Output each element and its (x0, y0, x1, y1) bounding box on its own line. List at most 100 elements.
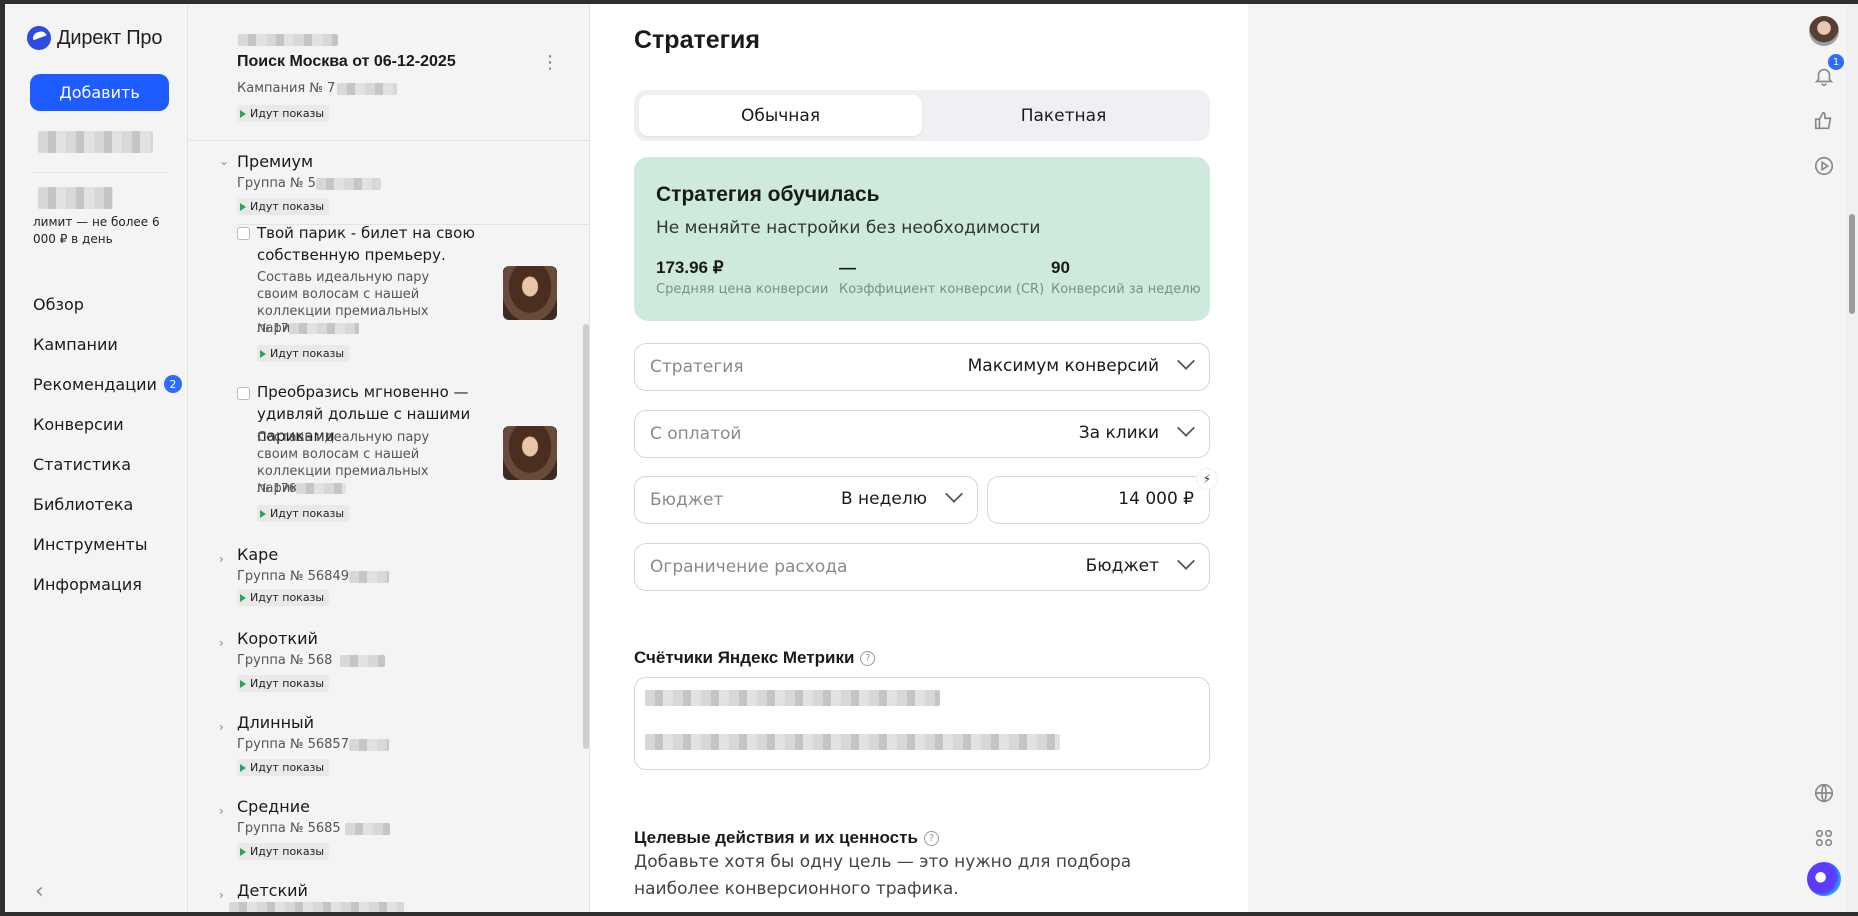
nav-item-statistics[interactable]: Статистика (33, 444, 182, 484)
field-value: Максимум конверсий (967, 356, 1159, 376)
logo[interactable]: Директ Про (27, 26, 162, 50)
group-number: Группа № 56849 (237, 569, 389, 584)
help-icon[interactable]: ? (860, 651, 876, 667)
group-title[interactable]: Каре (237, 545, 278, 564)
nav-item-label: Кампании (33, 334, 118, 354)
chevron-right-icon[interactable]: › (219, 720, 224, 734)
assistant-icon[interactable] (1807, 862, 1841, 896)
thumbs-up-icon[interactable] (1812, 109, 1836, 133)
logo-text: Директ Про (57, 26, 163, 49)
chevron-right-icon[interactable]: › (219, 552, 224, 566)
direct-logo-icon (27, 26, 51, 50)
campaign-title[interactable]: Поиск Москва от 06-12-2025 (237, 53, 456, 71)
section-title-text: Счётчики Яндекс Метрики (634, 648, 855, 667)
status-badge: Идут показы (237, 105, 330, 122)
nav-item-label: Информация (33, 574, 142, 594)
nav-item-label: Инструменты (33, 534, 148, 554)
lightning-icon[interactable]: ⚡ (1197, 469, 1217, 489)
ad-checkbox[interactable] (237, 387, 250, 400)
ad-number: № 17 (257, 321, 359, 335)
stat-label: Средняя цена конверсии (656, 282, 829, 297)
status-badge: Идут показы (257, 345, 350, 362)
apps-icon[interactable] (1812, 826, 1836, 850)
chevron-right-icon[interactable]: › (219, 804, 224, 818)
goals-title: Целевые действия и их ценность? (634, 828, 939, 848)
campaign-type-redacted (238, 34, 338, 46)
strategy-type-switch: Обычная Пакетная (634, 90, 1210, 141)
ad-image[interactable] (503, 266, 557, 320)
help-icon[interactable]: ? (923, 831, 939, 847)
stat-value: 90 (1051, 258, 1070, 277)
metrika-counters-input[interactable] (634, 677, 1210, 770)
nav-menu: Обзор Кампании Рекомендации 2 Конверсии С… (33, 284, 182, 604)
group-title[interactable]: Детский (237, 881, 308, 900)
group-title[interactable]: Короткий (237, 629, 318, 648)
payment-select[interactable]: С оплатой За клики (634, 410, 1210, 458)
metrika-title: Счётчики Яндекс Метрики? (634, 648, 876, 668)
add-button[interactable]: Добавить (30, 74, 169, 111)
campaign-tree: Поиск Москва от 06-12-2025 ⋮ Кампания № … (189, 4, 590, 912)
status-badge: Идут показы (237, 675, 330, 692)
page-scrollbar[interactable] (1846, 4, 1858, 912)
chevron-right-icon[interactable]: › (219, 636, 224, 650)
nav-item-conversions[interactable]: Конверсии (33, 404, 182, 444)
tab-package[interactable]: Пакетная (922, 95, 1205, 136)
nav-item-campaigns[interactable]: Кампании (33, 324, 182, 364)
account-name-redacted[interactable] (38, 131, 153, 153)
nav-item-info[interactable]: Информация (33, 564, 182, 604)
budget-period-select[interactable]: Бюджет В неделю (634, 476, 978, 524)
strategy-panel: Стратегия Обычная Пакетная Стратегия обу… (590, 4, 1248, 912)
field-label: Стратегия (650, 357, 744, 377)
group-title[interactable]: Длинный (237, 713, 314, 732)
status-badge: Идут показы (257, 505, 350, 522)
learned-subtitle: Не меняйте настройки без необходимости (656, 218, 1041, 238)
chevron-down-icon (1177, 552, 1195, 570)
budget-amount-input[interactable]: 14 000 ₽ ⚡ (987, 469, 1217, 524)
globe-icon[interactable] (1812, 781, 1836, 805)
status-badge: Идут показы (237, 759, 330, 776)
group-number: Группа № 5685 (237, 821, 390, 836)
chevron-left-icon[interactable]: ‹ (35, 879, 44, 904)
ad-title[interactable]: Твой парик - билет на свою собственную п… (257, 222, 492, 266)
ad-image[interactable] (503, 426, 557, 480)
stat-value: — (839, 258, 856, 277)
page-scrollbar-thumb[interactable] (1849, 214, 1855, 314)
campaign-number: Кампания № 7 (237, 81, 398, 96)
strategy-select[interactable]: Стратегия Максимум конверсий (634, 343, 1210, 391)
notifications-badge: 1 (1828, 54, 1844, 70)
list-scrollbar[interactable] (583, 324, 589, 749)
field-label: Ограничение расхода (650, 557, 848, 577)
balance-redacted (38, 187, 113, 209)
more-icon[interactable]: ⋮ (541, 52, 559, 73)
nav-item-tools[interactable]: Инструменты (33, 524, 182, 564)
tab-regular[interactable]: Обычная (639, 95, 922, 136)
empty-area (1248, 4, 1800, 912)
group-title[interactable]: Премиум (237, 152, 313, 171)
nav-item-overview[interactable]: Обзор (33, 284, 182, 324)
chevron-down-icon (945, 485, 963, 503)
avatar[interactable] (1809, 16, 1839, 46)
ad-checkbox[interactable] (237, 227, 250, 240)
spend-limit-select[interactable]: Ограничение расхода Бюджет (634, 543, 1210, 591)
group-number: Группа № 5 (237, 176, 381, 191)
stat-label: Коэффициент конверсии (CR) (839, 282, 1045, 297)
counter-redacted (645, 690, 940, 706)
learned-title: Стратегия обучилась (656, 183, 880, 206)
nav-item-label: Статистика (33, 454, 131, 474)
chevron-right-icon[interactable]: › (219, 888, 224, 902)
field-value: В неделю (840, 489, 927, 509)
nav-divider (33, 172, 168, 173)
nav-item-library[interactable]: Библиотека (33, 484, 182, 524)
left-nav: Директ Про Добавить лимит — не более 6 0… (5, 4, 188, 912)
group-number: Группа № 56857 (237, 737, 389, 752)
play-circle-icon[interactable] (1812, 154, 1836, 178)
nav-item-label: Обзор (33, 294, 84, 314)
field-value: 14 000 ₽ (1118, 489, 1194, 509)
field-value: Бюджет (1085, 556, 1159, 576)
group-title[interactable]: Средние (237, 797, 310, 816)
status-badge: Идут показы (237, 198, 330, 215)
nav-item-label: Библиотека (33, 494, 134, 514)
chevron-down-icon[interactable]: ⌄ (219, 154, 229, 168)
nav-item-recommendations[interactable]: Рекомендации 2 (33, 364, 182, 404)
stat-cr: — Коэффициент конверсии (CR) (839, 258, 1044, 297)
